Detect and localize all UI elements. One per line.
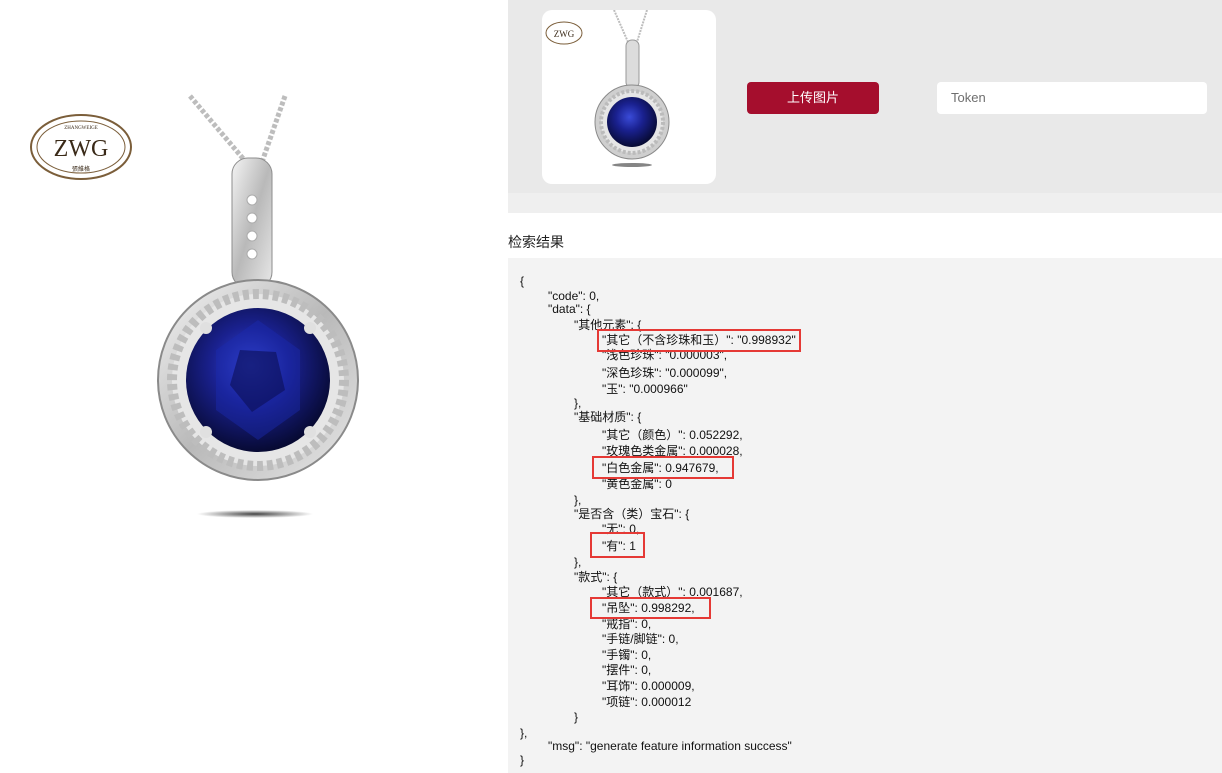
thumb-logo-text: ZWG	[554, 29, 575, 39]
upload-image-button[interactable]: 上传图片	[747, 82, 879, 114]
json-result-box: { "code": 0, "data": { "其他元素": { "其它（不含珍…	[508, 258, 1222, 773]
json-line: "msg": "generate feature information suc…	[548, 739, 792, 753]
json-line: }	[520, 753, 525, 767]
results-title: 检索结果	[508, 234, 564, 250]
highlight-box	[590, 597, 711, 619]
json-line: "摆件": 0,	[602, 663, 652, 677]
highlight-box	[592, 456, 734, 479]
json-line: "基础材质": {	[574, 410, 642, 424]
uploaded-thumbnail: ZWG	[542, 10, 716, 184]
json-line: {	[520, 274, 525, 288]
highlight-box	[597, 329, 801, 352]
logo-text: ZWG	[54, 136, 109, 162]
json-line: "玉": "0.000966"	[602, 382, 688, 396]
json-line: "深色珍珠": "0.000099",	[602, 366, 728, 380]
json-line: },	[574, 396, 582, 410]
json-line: "款式": {	[574, 570, 618, 584]
json-line: "data": {	[548, 302, 591, 316]
json-line: },	[574, 555, 582, 569]
json-line: },	[520, 726, 528, 740]
token-input[interactable]: Token	[937, 82, 1207, 114]
json-line: "code": 0,	[548, 289, 600, 303]
json-line: "黄色金属": 0	[602, 477, 672, 491]
zwg-logo: ZWG ZHANGWEIGE 張維格	[30, 114, 132, 180]
json-line: "手镯": 0,	[602, 648, 652, 662]
upload-panel: ZWG 上传图片 Token	[508, 0, 1222, 193]
json-line: "项链": 0.000012	[602, 695, 692, 709]
thumbnail-pendant-image: ZWG	[545, 10, 670, 167]
json-line: "手链/脚链": 0,	[602, 632, 679, 646]
logo-arc-left: ZHANGWEIGE	[64, 126, 98, 131]
json-line: "其它（颜色）": 0.052292,	[602, 428, 743, 442]
logo-bottom: 張維格	[72, 165, 90, 173]
json-line: "戒指": 0,	[602, 617, 652, 631]
json-line: "耳饰": 0.000009,	[602, 679, 695, 693]
json-line: },	[574, 493, 582, 507]
highlight-box	[590, 532, 645, 558]
json-line: }	[574, 710, 579, 724]
divider-strip	[508, 193, 1222, 213]
json-line: "是否含（类）宝石": {	[574, 507, 690, 521]
product-image-panel: ZWG ZHANGWEIGE 張維格	[0, 0, 505, 773]
